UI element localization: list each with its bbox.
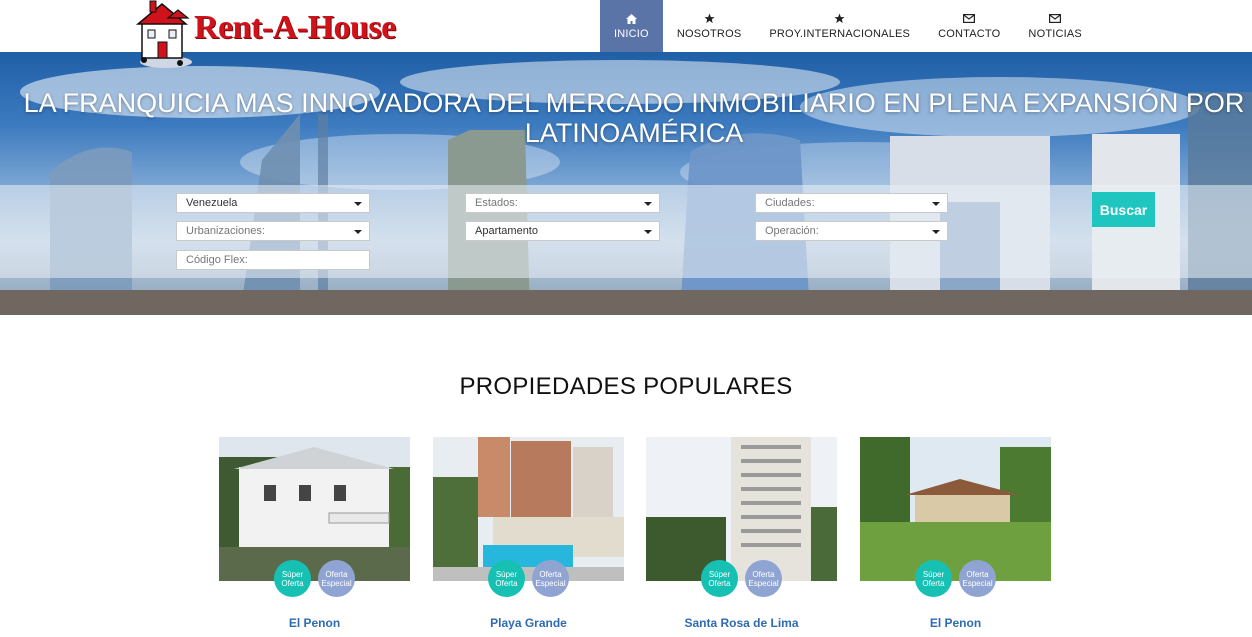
chevron-down-icon <box>354 230 362 234</box>
estados-select[interactable]: Estados: <box>465 193 660 213</box>
nav-item-nosotros[interactable]: NOSOTROS <box>663 0 756 52</box>
property-photo[interactable] <box>433 437 624 581</box>
oferta-especial-badge: Oferta Especial <box>532 560 569 597</box>
codigo-flex-placeholder: Código Flex: <box>186 254 248 266</box>
oferta-especial-badge: Oferta Especial <box>745 560 782 597</box>
main-nav: INICIO NOSOTROS PROY.INTERNACIONALES CON… <box>600 0 1096 52</box>
pais-select[interactable]: Venezuela <box>176 193 370 213</box>
envelope-icon <box>963 13 976 25</box>
property-card[interactable]: Súper Oferta Oferta Especial El Penon <box>860 437 1051 637</box>
nav-item-contacto[interactable]: CONTACTO <box>924 0 1014 52</box>
property-name-link[interactable]: El Penon <box>219 616 410 630</box>
super-oferta-badge: Súper Oferta <box>701 560 738 597</box>
pais-select-value: Venezuela <box>186 197 238 209</box>
section-title: PROPIEDADES POPULARES <box>459 373 793 400</box>
nav-label: INICIO <box>614 27 649 40</box>
property-card[interactable]: Súper Oferta Oferta Especial Santa Rosa … <box>646 437 837 637</box>
urbanizaciones-select[interactable]: Urbanizaciones: <box>176 221 370 241</box>
nav-item-proy-internacionales[interactable]: PROY.INTERNACIONALES <box>755 0 924 52</box>
property-name-link[interactable]: El Penon <box>860 616 1051 630</box>
operacion-select-placeholder: Operación: <box>765 225 819 237</box>
nav-label: NOSOTROS <box>676 27 742 40</box>
ciudades-select[interactable]: Ciudades: <box>755 193 948 213</box>
operacion-select[interactable]: Operación: <box>755 221 948 241</box>
star-icon <box>704 13 715 25</box>
nav-label: CONTACTO <box>938 27 1001 40</box>
property-photo[interactable] <box>860 437 1051 581</box>
chevron-down-icon <box>644 202 652 206</box>
brand-logo[interactable]: Rent-A-House <box>132 0 422 72</box>
nav-item-inicio[interactable]: INICIO <box>600 0 663 52</box>
hero-title-line-1: LA FRANQUICIA MAS INNOVADORA DEL MERCADO… <box>23 88 1245 118</box>
hero-title-line-2: LATINOAMÉRICA <box>524 118 744 148</box>
property-name-link[interactable]: Playa Grande <box>433 616 624 630</box>
property-card[interactable]: Súper Oferta Oferta Especial Playa Grand… <box>433 437 624 637</box>
estados-select-placeholder: Estados: <box>475 197 518 209</box>
buscar-button[interactable]: Buscar <box>1092 192 1155 227</box>
super-oferta-badge: Súper Oferta <box>274 560 311 597</box>
chevron-down-icon <box>932 202 940 206</box>
oferta-especial-badge: Oferta Especial <box>318 560 355 597</box>
site-header: Rent-A-House INICIO NOSOTROS PROY.INTERN… <box>0 0 1252 68</box>
tipo-select[interactable]: Apartamento <box>465 221 660 241</box>
nav-label: NOTICIAS <box>1028 27 1082 40</box>
oferta-especial-badge: Oferta Especial <box>959 560 996 597</box>
envelope-icon <box>1049 13 1062 25</box>
super-oferta-badge: Súper Oferta <box>488 560 525 597</box>
property-photo[interactable] <box>646 437 837 581</box>
nav-label: PROY.INTERNACIONALES <box>769 27 911 40</box>
brand-name: Rent-A-House <box>194 9 396 46</box>
nav-item-noticias[interactable]: NOTICIAS <box>1014 0 1096 52</box>
chevron-down-icon <box>644 230 652 234</box>
search-form: Venezuela Estados: Ciudades: Urbanizacio… <box>0 185 1252 278</box>
urbanizaciones-select-placeholder: Urbanizaciones: <box>186 225 265 237</box>
house-logo-icon <box>135 0 192 68</box>
property-card[interactable]: Súper Oferta Oferta Especial El Penon <box>219 437 410 637</box>
property-name-link[interactable]: Santa Rosa de Lima <box>646 616 837 630</box>
chevron-down-icon <box>354 202 362 206</box>
chevron-down-icon <box>932 230 940 234</box>
super-oferta-badge: Súper Oferta <box>915 560 952 597</box>
property-photo[interactable] <box>219 437 410 581</box>
codigo-flex-input[interactable]: Código Flex: <box>176 250 370 270</box>
tipo-select-value: Apartamento <box>475 225 538 237</box>
ciudades-select-placeholder: Ciudades: <box>765 197 815 209</box>
hero-title: LA FRANQUICIA MAS INNOVADORA DEL MERCADO… <box>0 88 1252 148</box>
star-icon <box>834 13 845 25</box>
home-icon <box>625 13 637 25</box>
hero-banner: LA FRANQUICIA MAS INNOVADORA DEL MERCADO… <box>0 52 1252 315</box>
